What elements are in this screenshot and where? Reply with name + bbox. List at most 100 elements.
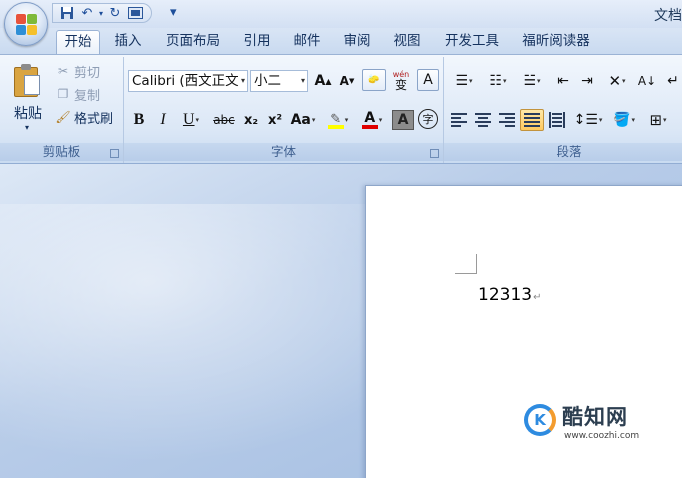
character-shading-button[interactable]: A (392, 110, 414, 130)
font-dialog-launcher-icon[interactable]: ↘ (430, 149, 439, 158)
office-button[interactable] (4, 2, 48, 46)
align-right-button[interactable] (496, 109, 518, 131)
font-name-combo[interactable]: Calibri (西文正文 ▾ (128, 70, 248, 92)
show-hide-marks-button[interactable]: ↵ (662, 70, 682, 92)
font-group-label: 字体 (124, 143, 443, 161)
font-color-icon: A (364, 110, 376, 126)
bold-button[interactable]: B (128, 109, 150, 131)
print-preview-icon[interactable] (125, 4, 145, 22)
undo-icon[interactable]: ↶ (77, 4, 97, 22)
increase-indent-icon: ⇥ (581, 73, 593, 89)
watermark: K 酷知网 www.coozhi.com (520, 398, 660, 448)
distributed-icon (549, 112, 565, 128)
redo-icon[interactable]: ↻ (105, 4, 125, 22)
copy-label: 复制 (74, 88, 101, 104)
copy-icon: ❐ (57, 87, 69, 101)
tab-references[interactable]: 引用 (236, 30, 278, 54)
paste-label: 粘贴 (14, 106, 42, 122)
watermark-title: 酷知网 (562, 405, 628, 429)
tab-page-layout[interactable]: 页面布局 (158, 30, 228, 54)
sort-icon: A↓ (637, 74, 657, 88)
font-size-combo[interactable]: 小二 ▾ (250, 70, 308, 92)
text-highlight-button[interactable]: ✎ ▾ (322, 109, 354, 131)
window-title: 文档 (654, 8, 682, 24)
numbering-icon: ☷ (489, 73, 503, 89)
save-icon[interactable] (57, 4, 77, 22)
undo-dropdown-icon[interactable]: ▾ (97, 4, 105, 22)
clipboard-dialog-launcher-icon[interactable]: ↘ (110, 149, 119, 158)
increase-indent-button[interactable]: ⇥ (576, 70, 598, 92)
tab-developer[interactable]: 开发工具 (436, 30, 508, 54)
customize-qat-icon[interactable]: ▾ (170, 5, 177, 20)
align-center-button[interactable] (472, 109, 494, 131)
distributed-button[interactable] (546, 109, 568, 131)
bullets-button[interactable]: ☰ ▾ (448, 70, 480, 92)
font-size-dropdown-icon[interactable]: ▾ (301, 71, 305, 91)
justify-button[interactable] (520, 109, 544, 131)
font-name-dropdown-icon[interactable]: ▾ (241, 71, 245, 91)
subscript-button[interactable]: x₂ (240, 109, 262, 131)
multilevel-list-button[interactable]: ☱ ▾ (516, 70, 548, 92)
font-size-value: 小二 (254, 73, 281, 89)
copy-button[interactable]: ❐ 复制 (54, 84, 100, 104)
margin-corner-mark (455, 254, 477, 274)
shading-button[interactable]: 🪣 ▾ (608, 109, 640, 131)
italic-button[interactable]: I (152, 109, 174, 131)
chinese-layout-button[interactable]: ✕ ▾ (602, 70, 632, 92)
paragraph-group: ☰ ▾ ☷ ▾ ☱ ▾ ⇤ ⇥ ✕ ▾ A↓ ↵ ↕☰ ▾ 🪣 ▾ ⊞ ▾ 段落 (444, 57, 682, 163)
clear-format-icon: 🧽 (368, 75, 380, 85)
numbering-button[interactable]: ☷ ▾ (482, 70, 514, 92)
font-color-button[interactable]: A ▾ (356, 109, 388, 131)
paragraph-mark-icon: ↵ (667, 73, 679, 89)
font-name-value: Calibri (西文正文 (132, 73, 239, 89)
strikethrough-button[interactable]: abc (210, 109, 238, 131)
change-case-button[interactable]: Aa ▾ (288, 109, 318, 131)
tab-review[interactable]: 审阅 (336, 30, 378, 54)
chinese-layout-icon: ✕ (608, 72, 622, 90)
align-right-icon (499, 112, 515, 128)
underline-button[interactable]: U ▾ (176, 109, 206, 131)
align-left-button[interactable] (448, 109, 470, 131)
cut-label: 剪切 (74, 65, 101, 81)
font-group: Calibri (西文正文 ▾ 小二 ▾ A ▲ A ▼ 🧽 wén 变 A B I… (124, 57, 444, 163)
paste-dropdown-icon[interactable]: ▾ (25, 123, 29, 132)
tab-foxit-reader[interactable]: 福昕阅读器 (514, 30, 598, 54)
paint-bucket-icon: 🪣 (613, 112, 631, 128)
enclose-characters-button[interactable]: 字 (417, 108, 439, 130)
superscript-button[interactable]: x² (264, 109, 286, 131)
paragraph-mark: ↵ (533, 292, 542, 303)
line-spacing-button[interactable]: ↕☰ ▾ (572, 109, 604, 131)
align-center-icon (475, 112, 491, 128)
tab-view[interactable]: 视图 (386, 30, 428, 54)
grow-font-button[interactable]: A ▲ (312, 70, 334, 92)
watermark-logo-icon: K (524, 404, 556, 436)
paste-button[interactable]: 粘贴 ▾ (6, 61, 50, 133)
watermark-url: www.coozhi.com (564, 431, 640, 441)
format-painter-button[interactable]: 🖌 格式刷 (54, 107, 113, 127)
phonetic-guide-button[interactable]: wén 变 (388, 69, 414, 91)
decrease-indent-button[interactable]: ⇤ (552, 70, 574, 92)
multilevel-list-icon: ☱ (523, 73, 537, 89)
tab-mailings[interactable]: 邮件 (286, 30, 328, 54)
paintbrush-icon: 🖌 (55, 110, 71, 124)
shrink-font-button[interactable]: A ▼ (336, 70, 358, 92)
document-text[interactable]: 12313↵ (478, 285, 541, 305)
line-spacing-icon: ↕☰ (573, 112, 598, 128)
tab-home[interactable]: 开始 (56, 30, 100, 54)
scissors-icon: ✂ (57, 64, 69, 78)
borders-icon: ⊞ (649, 111, 663, 129)
justify-icon (524, 112, 540, 128)
clipboard-icon (12, 63, 42, 97)
tab-insert[interactable]: 插入 (108, 30, 148, 54)
format-painter-label: 格式刷 (74, 111, 114, 127)
align-left-icon (451, 112, 467, 128)
clipboard-group: 粘贴 ▾ ✂ 剪切 ❐ 复制 🖌 格式刷 剪贴板 ↘ (0, 57, 124, 163)
decrease-indent-icon: ⇤ (557, 73, 569, 89)
borders-button[interactable]: ⊞ ▾ (642, 109, 674, 131)
cut-button[interactable]: ✂ 剪切 (54, 61, 100, 81)
sort-button[interactable]: A↓ (636, 70, 658, 92)
bullets-icon: ☰ (455, 73, 469, 89)
quick-access-toolbar: ↶ ▾ ↻ (52, 3, 152, 23)
character-border-button[interactable]: A (417, 69, 439, 91)
clear-formatting-button[interactable]: 🧽 (362, 69, 386, 91)
